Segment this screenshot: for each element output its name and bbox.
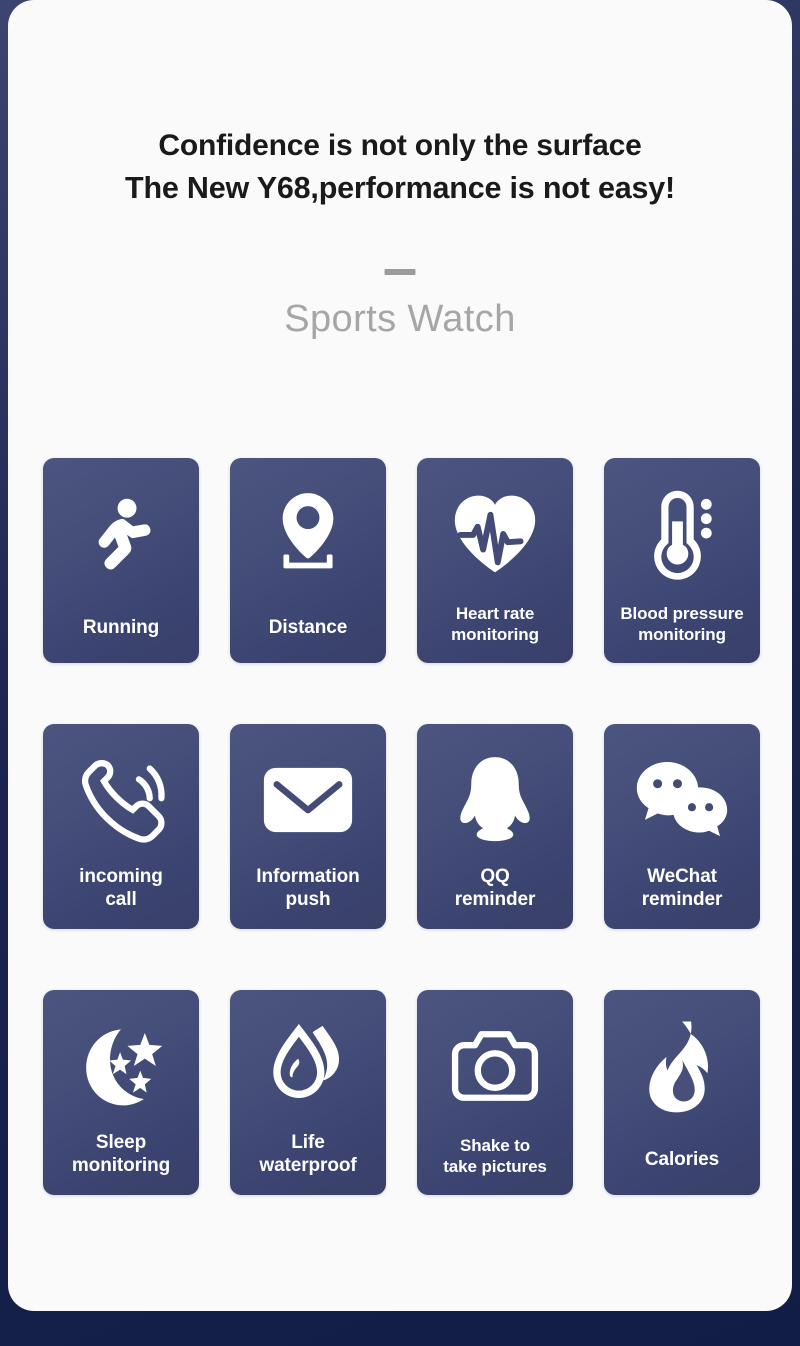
feature-label: QQ reminder <box>454 866 536 910</box>
feature-grid: Running Distance Heart rate monitoring B… <box>43 458 769 1195</box>
feature-label: WeChat reminder <box>641 866 723 910</box>
flame-icon <box>642 1018 722 1114</box>
section-divider <box>384 269 416 275</box>
water-drop-icon <box>266 1018 350 1114</box>
feature-tile-information-push[interactable]: Information push <box>230 724 386 929</box>
feature-tile-sleep-monitoring[interactable]: Sleep monitoring <box>43 990 199 1195</box>
feature-label: Life waterproof <box>259 1132 357 1176</box>
feature-tile-incoming-call[interactable]: incoming call <box>43 724 199 929</box>
headline-line-1: Confidence is not only the surface <box>158 129 642 162</box>
feature-label: Heart rate monitoring <box>451 604 539 644</box>
wechat-bubbles-icon <box>635 752 729 848</box>
feature-label: Information push <box>256 866 360 910</box>
feature-label: Calories <box>644 1149 720 1170</box>
location-pin-icon <box>267 486 349 582</box>
moon-stars-icon <box>75 1018 167 1114</box>
feature-label: Running <box>82 617 160 638</box>
feature-tile-heart-rate[interactable]: Heart rate monitoring <box>417 458 573 663</box>
feature-tile-calories[interactable]: Calories <box>604 990 760 1195</box>
product-feature-page: Confidence is not only the surface The N… <box>0 0 800 1346</box>
feature-tile-running[interactable]: Running <box>43 458 199 663</box>
feature-tile-blood-pressure[interactable]: Blood pressure monitoring <box>604 458 760 663</box>
feature-label: Distance <box>268 617 348 638</box>
content-card: Confidence is not only the surface The N… <box>8 0 792 1311</box>
feature-tile-qq-reminder[interactable]: QQ reminder <box>417 724 573 929</box>
feature-label: incoming call <box>79 866 163 910</box>
headline-line-2: The New Y68,performance is not easy! <box>125 171 675 205</box>
feature-tile-wechat-reminder[interactable]: WeChat reminder <box>604 724 760 929</box>
feature-label: Blood pressure monitoring <box>620 604 744 644</box>
phone-call-icon <box>76 752 166 848</box>
qq-penguin-icon <box>453 752 537 848</box>
feature-tile-life-waterproof[interactable]: Life waterproof <box>230 990 386 1195</box>
feature-tile-distance[interactable]: Distance <box>230 458 386 663</box>
camera-icon <box>449 1018 541 1114</box>
feature-label: Sleep monitoring <box>71 1132 171 1176</box>
feature-tile-shake-to-take-pictures[interactable]: Shake to take pictures <box>417 990 573 1195</box>
running-person-icon <box>78 486 164 582</box>
thermometer-icon <box>646 486 718 582</box>
feature-label: Shake to take pictures <box>443 1136 547 1176</box>
headline-block: Confidence is not only the surface The N… <box>8 124 792 210</box>
subtitle: Sports Watch <box>284 298 516 340</box>
heart-rate-icon <box>449 486 541 582</box>
envelope-icon <box>262 752 354 848</box>
